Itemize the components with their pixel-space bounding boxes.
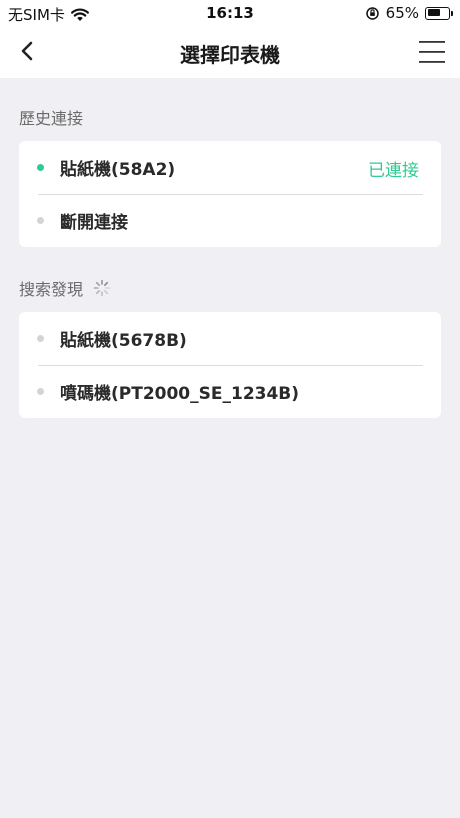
status-bar: 无SIM卡 16:13 65% [0, 0, 460, 26]
history-header-label: 歷史連接 [19, 109, 84, 128]
spinner-tick [104, 290, 109, 295]
printer-dot [37, 388, 44, 395]
battery-level [427, 9, 440, 16]
search-card: 貼紙機(5678B) 噴碼機(PT2000_SE_1234B) [19, 312, 441, 418]
search-header-label: 搜索發現 [19, 280, 84, 299]
hamburger-menu-icon [419, 41, 445, 63]
printer-dot [37, 335, 44, 342]
history-section-header: 歷史連接 [19, 105, 83, 129]
chevron-left-icon [21, 41, 33, 61]
history-card: 貼紙機(58A2) 已連接 斷開連接 [19, 141, 441, 247]
page-title: 選擇印表機 [180, 43, 280, 67]
spinner-tick [95, 281, 100, 286]
battery-icon [425, 6, 453, 20]
printer-select-screen: 无SIM卡 16:13 65% 選擇印表機 歷史連接 貼紙機(58A2) 已連接… [0, 0, 460, 818]
printer-name: 貼紙機(58A2) [60, 160, 176, 180]
orientation-lock-icon [365, 6, 379, 20]
history-printer-row[interactable]: 貼紙機(58A2) 已連接 [19, 141, 441, 194]
loading-spinner-icon [93, 279, 111, 297]
search-section-header: 搜索發現 [19, 276, 111, 300]
printer-name: 貼紙機(5678B) [60, 331, 187, 351]
printer-name: 噴碼機(PT2000_SE_1234B) [60, 384, 300, 404]
disconnect-row[interactable]: 斷開連接 [19, 194, 441, 247]
status-right: 65% [365, 4, 453, 22]
connection-status: 已連接 [368, 161, 419, 181]
disconnect-dot [37, 217, 44, 224]
nav-bar: 選擇印表機 [0, 26, 460, 78]
menu-button[interactable] [418, 38, 446, 66]
battery-percent: 65% [385, 4, 419, 22]
back-button[interactable] [14, 38, 42, 66]
disconnect-label: 斷開連接 [60, 213, 128, 233]
connected-status-dot [37, 164, 44, 171]
discovered-printer-row[interactable]: 噴碼機(PT2000_SE_1234B) [19, 365, 441, 418]
spinner-tick [95, 290, 100, 295]
spinner-tick [104, 281, 109, 286]
discovered-printer-row[interactable]: 貼紙機(5678B) [19, 312, 441, 365]
